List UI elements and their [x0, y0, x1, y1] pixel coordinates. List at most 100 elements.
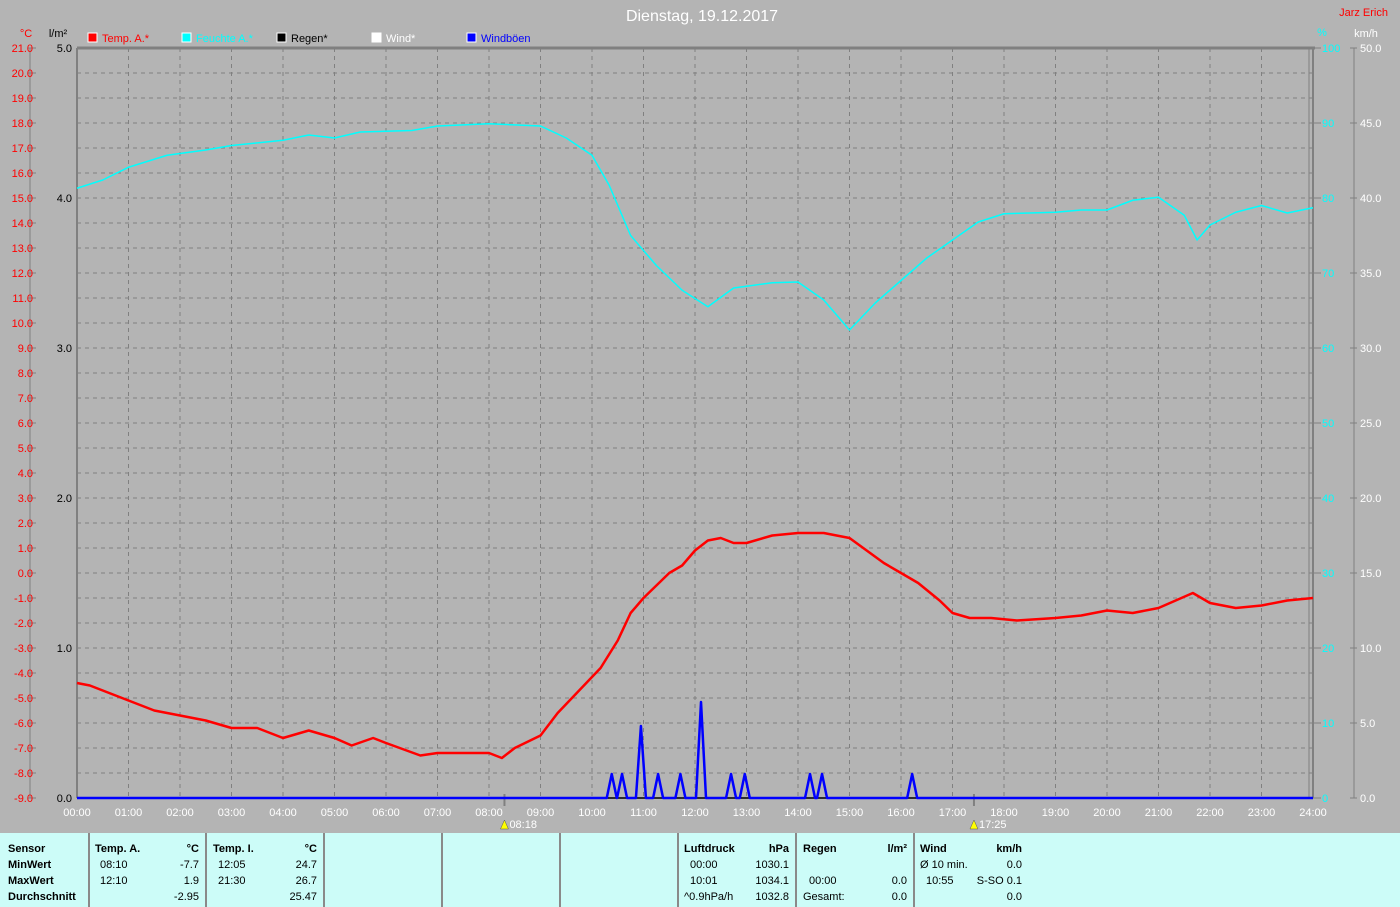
x-tick-label: 22:00: [1196, 807, 1224, 819]
temp-a-unit: °C: [186, 843, 199, 855]
x-tick-label: 12:00: [681, 807, 709, 819]
temp-a-max-time: 12:10: [100, 875, 128, 887]
rain-unit-label: l/m²: [49, 28, 68, 40]
legend-label: Temp. A.*: [102, 33, 150, 45]
pressure-header: Luftdruck: [684, 843, 735, 855]
x-tick-label: 05:00: [321, 807, 349, 819]
humidity-tick-label: 50: [1322, 418, 1334, 430]
pressure-r3: 1032.8: [755, 891, 789, 903]
temp-tick-label: -8.0: [14, 768, 33, 780]
temp-tick-label: 5.0: [18, 443, 33, 455]
temp-tick-label: 20.0: [12, 68, 33, 80]
humidity-tick-label: 70: [1322, 268, 1334, 280]
x-tick-label: 04:00: [269, 807, 297, 819]
temp-tick-label: 14.0: [12, 218, 33, 230]
x-tick-label: 15:00: [836, 807, 864, 819]
legend-label: Windböen: [481, 33, 531, 45]
temp-tick-label: 12.0: [12, 268, 33, 280]
x-tick-label: 11:00: [630, 807, 657, 819]
marker-time: 08:18: [509, 819, 537, 831]
pressure-unit: hPa: [768, 843, 789, 855]
humidity-tick-label: 80: [1322, 193, 1334, 205]
legend-label: Regen*: [291, 33, 328, 45]
temp-i-avg: 25.47: [289, 891, 317, 903]
legend: Temp. A.* Feuchte A.* Regen* Wind* Windböen: [87, 32, 531, 45]
humidity-tick-label: 10: [1322, 718, 1334, 730]
summary-table: Sensor MinWert MaxWert Durchschnitt Temp…: [0, 833, 1400, 907]
humidity-tick-label: 40: [1322, 493, 1334, 505]
rain-r3-label: Gesamt:: [803, 891, 845, 903]
temp-tick-label: -9.0: [14, 793, 33, 805]
legend-swatch: [87, 32, 98, 43]
wind-tick-label: 5.0: [1360, 718, 1375, 730]
temp-tick-label: -6.0: [14, 718, 33, 730]
temp-tick-label: 7.0: [18, 393, 33, 405]
temp-a-max: 1.9: [183, 875, 199, 887]
humidity-tick-label: 90: [1322, 118, 1334, 130]
temp-i-min-time: 12:05: [218, 859, 246, 871]
grid: [77, 48, 1313, 798]
pressure-r2-label: 10:01: [690, 875, 718, 887]
wind-tick-label: 35.0: [1360, 268, 1381, 280]
marker-time: 17:25: [979, 819, 1007, 831]
wind-tick-label: 45.0: [1360, 118, 1381, 130]
legend-swatch: [466, 32, 477, 43]
temp-tick-label: 1.0: [18, 543, 33, 555]
x-tick-label: 24:00: [1299, 807, 1327, 819]
axes: 21.0 20.0 19.0 18.0 17.0 16.0 15.0 14.0 13.0 12.0…: [12, 43, 1382, 831]
rain-header: Regen: [803, 843, 837, 855]
temp-series-line: [76, 531, 1314, 760]
rain-tick-label: 5.0: [57, 43, 72, 55]
temp-tick-label: 21.0: [12, 43, 33, 55]
humidity-tick-label: 30: [1322, 568, 1334, 580]
rain-unit: l/m²: [887, 843, 907, 855]
temp-tick-label: 0.0: [18, 568, 33, 580]
pressure-r1-label: 00:00: [690, 859, 718, 871]
sunrise-icon: [500, 819, 509, 830]
temp-tick-label: 4.0: [18, 468, 33, 480]
gust-series-line: [77, 700, 1313, 800]
sunset-icon: [969, 819, 979, 830]
temp-tick-label: -4.0: [14, 668, 33, 680]
col-divider: [795, 833, 797, 907]
wind-r2-label: 10:55: [926, 875, 954, 887]
chart-title: Dienstag, 19.12.2017: [626, 8, 778, 25]
temp-i-header: Temp. I.: [213, 843, 254, 855]
wind-unit-label: km/h: [1354, 28, 1378, 40]
rain-tick-label: 4.0: [57, 193, 72, 205]
wind-header: Wind: [920, 843, 947, 855]
col-divider: [677, 833, 679, 907]
wind-unit: km/h: [996, 843, 1022, 855]
temp-tick-label: 13.0: [12, 243, 33, 255]
weather-chart: Dienstag, 19.12.2017 Jarz Erich °C l/m² …: [12, 7, 1388, 831]
row-label-min: MinWert: [8, 859, 52, 871]
humidity-tick-label: 0: [1322, 793, 1328, 805]
rain-r2: 0.0: [891, 875, 907, 887]
temp-tick-label: 3.0: [18, 493, 33, 505]
temp-tick-label: 16.0: [12, 168, 33, 180]
temp-tick-label: 9.0: [18, 343, 33, 355]
pressure-r3-label: ^0.9hPa/h: [684, 891, 734, 903]
temp-i-min: 24.7: [295, 859, 317, 871]
pressure-r1: 1030.1: [755, 859, 789, 871]
wind-tick-label: 15.0: [1360, 568, 1381, 580]
temp-tick-label: 15.0: [12, 193, 33, 205]
humidity-tick-label: 20: [1322, 643, 1334, 655]
humidity-tick-label: 60: [1322, 343, 1334, 355]
temp-tick-label: 11.0: [12, 293, 33, 305]
col-divider: [205, 833, 207, 907]
x-tick-label: 23:00: [1248, 807, 1276, 819]
wind-tick-label: 30.0: [1360, 343, 1381, 355]
rain-tick-label: 3.0: [57, 343, 72, 355]
x-tick-label: 10:00: [578, 807, 606, 819]
temp-tick-label: 17.0: [12, 143, 33, 155]
x-tick-label: 06:00: [372, 807, 400, 819]
rain-tick-label: 0.0: [57, 793, 72, 805]
temp-tick-label: 8.0: [18, 368, 33, 380]
temp-tick-label: 10.0: [12, 318, 33, 330]
col-divider: [559, 833, 561, 907]
rain-r3: 0.0: [891, 891, 907, 903]
temp-a-header: Temp. A.: [95, 843, 141, 855]
x-tick-label: 20:00: [1093, 807, 1121, 819]
temp-tick-label: -7.0: [14, 743, 33, 755]
